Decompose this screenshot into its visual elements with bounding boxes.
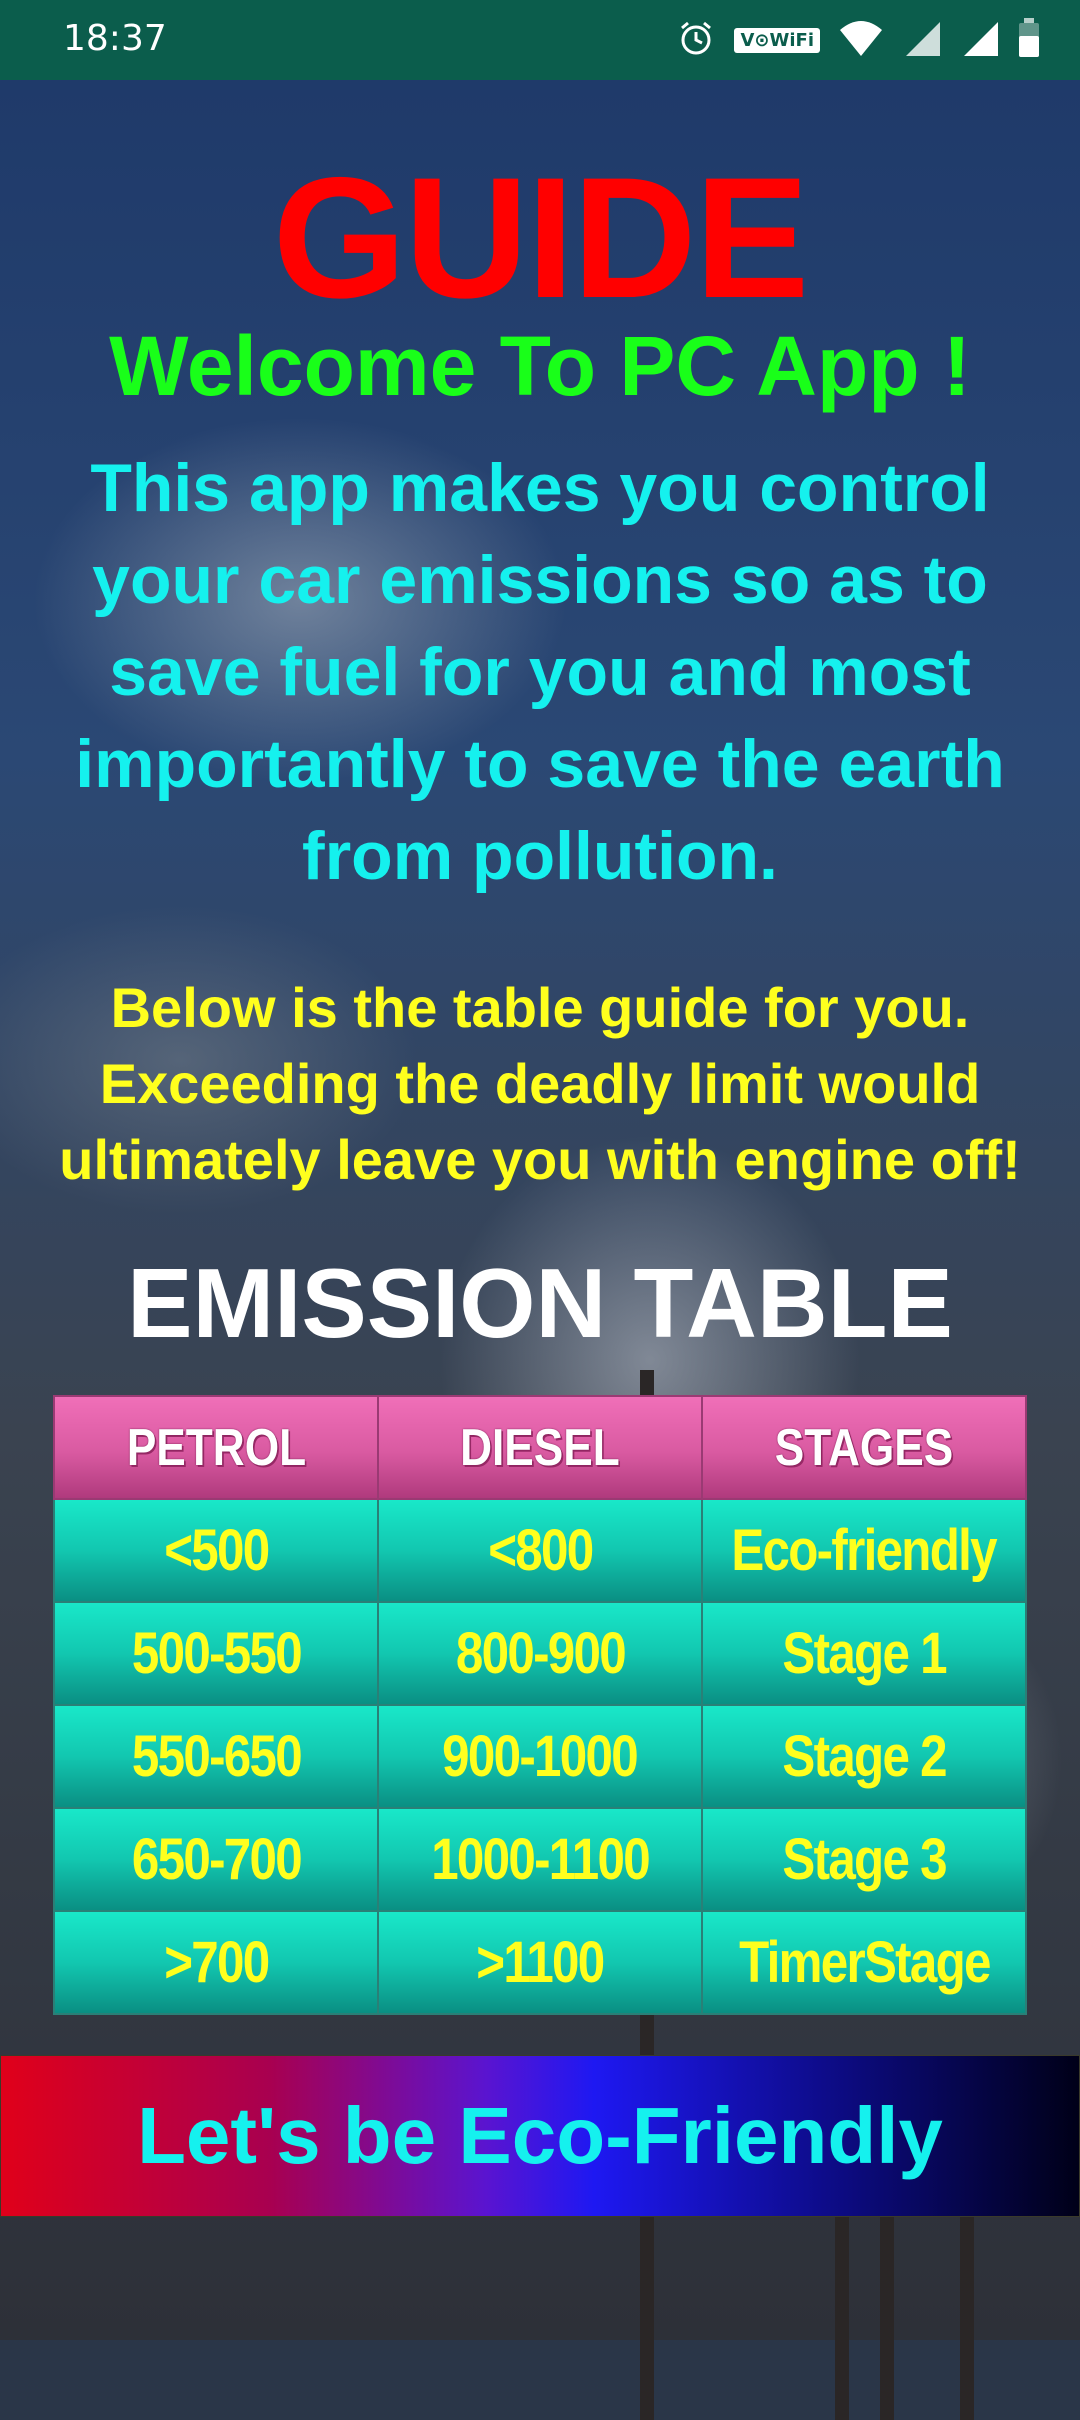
table-cell: Stage 2 bbox=[701, 1704, 1027, 1809]
table-row: 550-650 900-1000 Stage 2 bbox=[53, 1704, 1027, 1809]
table-heading: EMISSION TABLE bbox=[127, 1248, 953, 1358]
intro-line: your car emissions so as to bbox=[92, 542, 988, 618]
table-cell: TimerStage bbox=[701, 1910, 1027, 2015]
emission-table: PETROL DIESEL STAGES <500 <800 Eco-frien… bbox=[53, 1395, 1027, 2015]
intro-text: This app makes you control your car emis… bbox=[10, 442, 1070, 902]
table-header-row: PETROL DIESEL STAGES bbox=[53, 1395, 1027, 1500]
notice-line: ultimately leave you with engine off! bbox=[59, 1128, 1021, 1191]
table-cell: 800-900 bbox=[377, 1601, 703, 1706]
intro-line: This app makes you control bbox=[90, 450, 990, 526]
intro-line: importantly to save the earth bbox=[75, 726, 1005, 802]
column-header-stages: STAGES bbox=[701, 1395, 1027, 1500]
table-cell: 500-550 bbox=[53, 1601, 379, 1706]
notice-line: Exceeding the deadly limit would bbox=[99, 1052, 981, 1115]
notice-text: Below is the table guide for you. Exceed… bbox=[0, 970, 1080, 1198]
notice-line: Below is the table guide for you. bbox=[110, 976, 970, 1039]
table-cell: 900-1000 bbox=[377, 1704, 703, 1809]
table-row: <500 <800 Eco-friendly bbox=[53, 1498, 1027, 1603]
table-row: 650-700 1000-1100 Stage 3 bbox=[53, 1807, 1027, 1912]
table-row: >700 >1100 TimerStage bbox=[53, 1910, 1027, 2015]
table-cell: <500 bbox=[53, 1498, 379, 1603]
table-cell: Eco-friendly bbox=[701, 1498, 1027, 1603]
table-cell: >700 bbox=[53, 1910, 379, 2015]
table-row: 500-550 800-900 Stage 1 bbox=[53, 1601, 1027, 1706]
table-cell: Stage 3 bbox=[701, 1807, 1027, 1912]
eco-friendly-button[interactable]: Let's be Eco-Friendly bbox=[0, 2055, 1080, 2217]
column-header-petrol: PETROL bbox=[53, 1395, 379, 1500]
table-cell: 1000-1100 bbox=[377, 1807, 703, 1912]
intro-line: from pollution. bbox=[302, 818, 778, 894]
table-cell: <800 bbox=[377, 1498, 703, 1603]
table-cell: 550-650 bbox=[53, 1704, 379, 1809]
intro-line: save fuel for you and most bbox=[109, 634, 971, 710]
table-cell: >1100 bbox=[377, 1910, 703, 2015]
guide-screen: GUIDE Welcome To PC App ! This app makes… bbox=[0, 0, 1080, 2340]
welcome-heading: Welcome To PC App ! bbox=[109, 319, 971, 413]
eco-friendly-label: Let's be Eco-Friendly bbox=[137, 2091, 943, 2180]
column-header-diesel: DIESEL bbox=[377, 1395, 703, 1500]
table-cell: 650-700 bbox=[53, 1807, 379, 1912]
table-cell: Stage 1 bbox=[701, 1601, 1027, 1706]
page-title: GUIDE bbox=[272, 142, 810, 334]
